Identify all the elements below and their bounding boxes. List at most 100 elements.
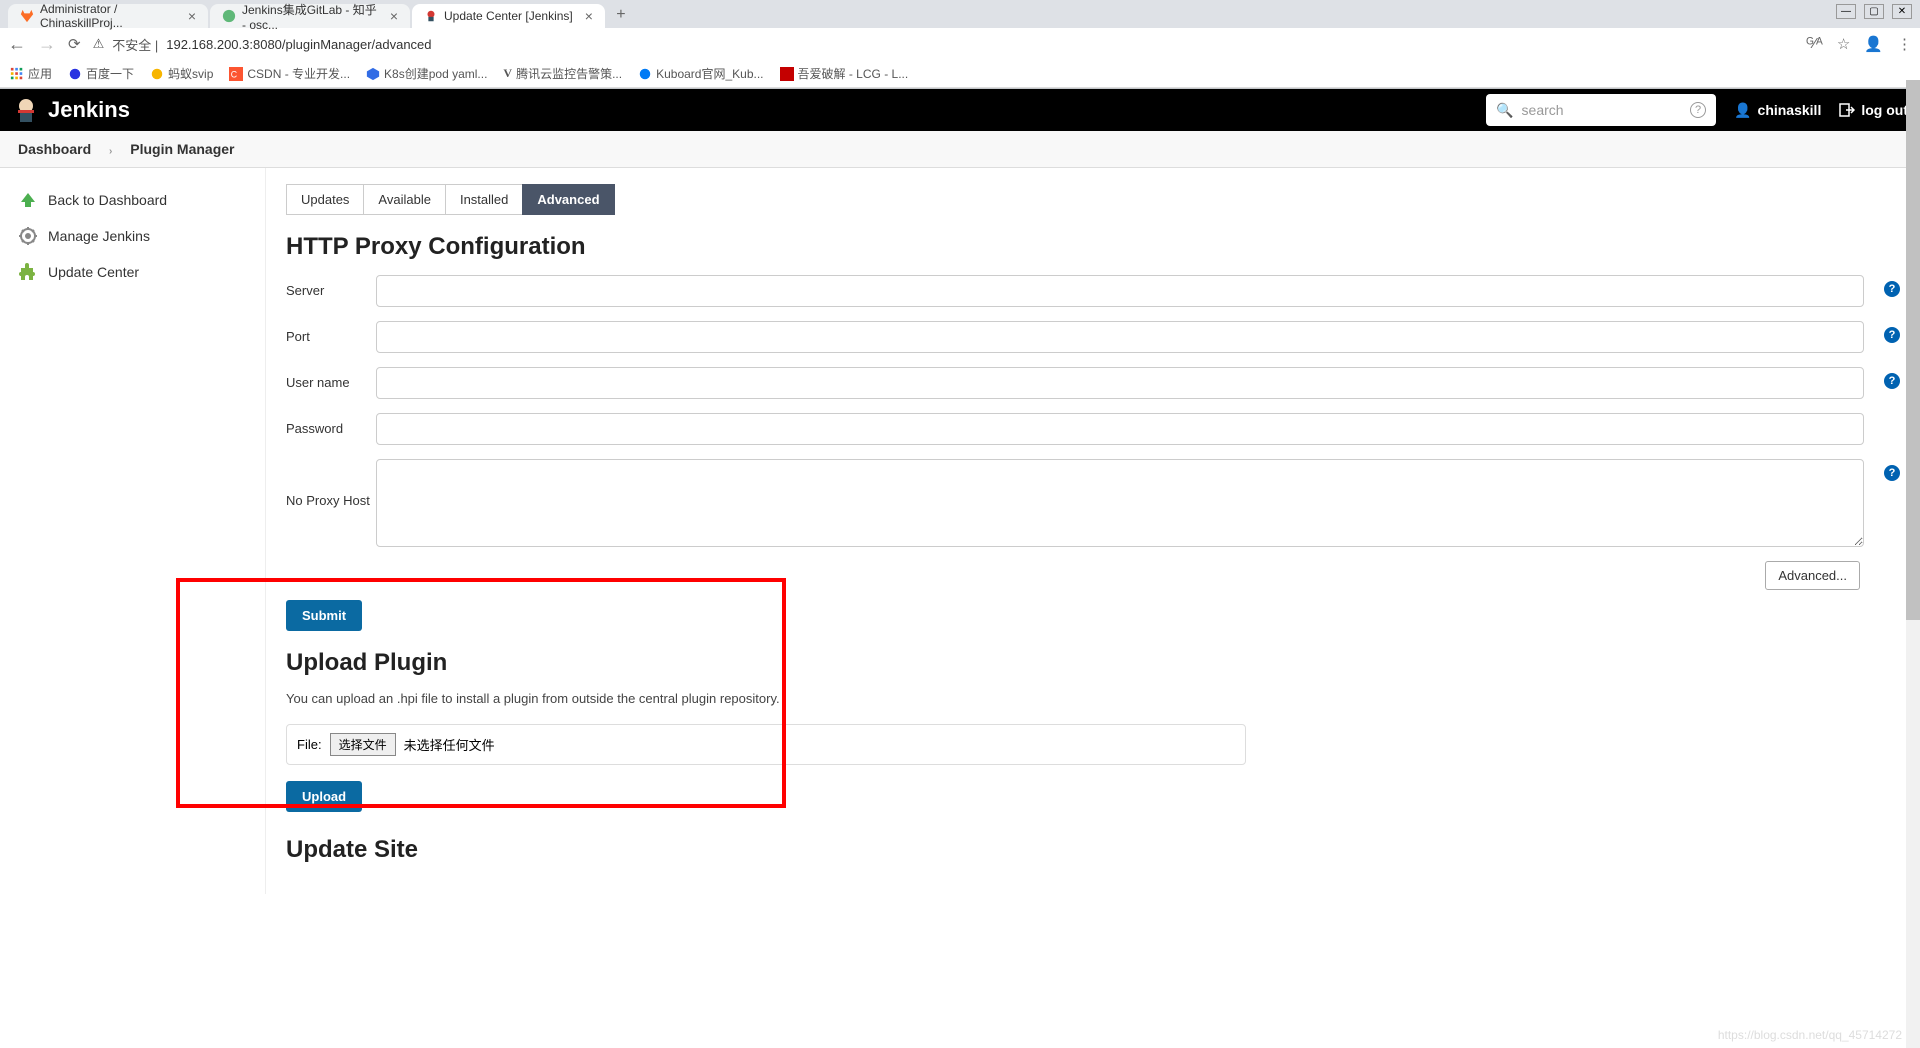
- bookmark-item[interactable]: Kuboard官网_Kub...: [638, 65, 763, 82]
- insecure-icon: ⚠: [93, 36, 105, 52]
- bookmark-item[interactable]: C CSDN - 专业开发...: [229, 65, 350, 82]
- sidebar-item-manage[interactable]: Manage Jenkins: [0, 218, 265, 254]
- bookmark-label: CSDN - 专业开发...: [247, 65, 350, 82]
- password-input[interactable]: [376, 413, 1864, 445]
- csdn-icon: C: [229, 67, 243, 81]
- close-icon[interactable]: ×: [188, 8, 196, 24]
- noproxy-textarea[interactable]: [376, 459, 1864, 547]
- submit-button[interactable]: Submit: [286, 600, 362, 631]
- username-label: User name: [286, 367, 376, 390]
- tab-title: Administrator / ChinaskillProj...: [40, 2, 176, 30]
- zhihu-icon: [222, 9, 236, 23]
- server-label: Server: [286, 275, 376, 298]
- breadcrumb-item[interactable]: Dashboard: [18, 141, 91, 157]
- upload-heading: Upload Plugin: [286, 649, 1900, 677]
- kuboard-icon: [638, 67, 652, 81]
- file-input-row: File: 选择文件 未选择任何文件: [286, 724, 1246, 765]
- help-icon[interactable]: ?: [1690, 102, 1706, 118]
- advanced-button[interactable]: Advanced...: [1765, 561, 1860, 590]
- main-content: Updates Available Installed Advanced HTT…: [266, 168, 1920, 894]
- back-button[interactable]: ←: [8, 34, 26, 55]
- star-icon[interactable]: ☆: [1837, 35, 1850, 53]
- tencent-icon: V: [503, 66, 512, 81]
- choose-file-button[interactable]: 选择文件: [330, 733, 396, 756]
- tab-available[interactable]: Available: [363, 184, 446, 215]
- help-icon[interactable]: ?: [1884, 281, 1900, 297]
- bookmark-item[interactable]: V 腾讯云监控告警策...: [503, 65, 622, 82]
- bookmark-label: 蚂蚁svip: [168, 65, 213, 82]
- sidebar-item-label: Update Center: [48, 264, 139, 280]
- tab-title: Update Center [Jenkins]: [444, 9, 573, 23]
- server-input[interactable]: [376, 275, 1864, 307]
- tab-advanced[interactable]: Advanced: [522, 184, 614, 215]
- sidebar-item-back[interactable]: Back to Dashboard: [0, 182, 265, 218]
- jenkins-header: Jenkins 🔍 search ? 👤 chinaskill log out: [0, 89, 1920, 131]
- browser-tab[interactable]: Administrator / ChinaskillProj... ×: [8, 4, 208, 28]
- search-placeholder: search: [1522, 102, 1683, 118]
- jenkins-logo[interactable]: Jenkins: [12, 96, 130, 124]
- close-icon[interactable]: ×: [390, 8, 398, 24]
- bookmark-label: 吾爱破解 - LCG - L...: [798, 65, 909, 82]
- brand-name: Jenkins: [48, 97, 130, 123]
- address-bar[interactable]: ⚠ 不安全 | 192.168.200.3:8080/pluginManager…: [93, 35, 1795, 54]
- bookmark-label: 应用: [28, 65, 52, 82]
- bookmark-item[interactable]: 蚂蚁svip: [150, 65, 213, 82]
- bookmark-item[interactable]: 吾爱破解 - LCG - L...: [780, 65, 909, 82]
- upload-description: You can upload an .hpi file to install a…: [286, 691, 1900, 706]
- breadcrumb-item[interactable]: Plugin Manager: [130, 141, 234, 157]
- bookmark-label: 腾讯云监控告警策...: [516, 65, 622, 82]
- browser-tab-active[interactable]: Update Center [Jenkins] ×: [412, 4, 605, 28]
- logout-label: log out: [1861, 102, 1908, 118]
- maximize-button[interactable]: ▢: [1864, 4, 1884, 19]
- help-icon[interactable]: ?: [1884, 373, 1900, 389]
- translate-icon[interactable]: ᴳ⁄ᴬ: [1806, 35, 1823, 53]
- logout-icon: [1839, 102, 1855, 118]
- tab-installed[interactable]: Installed: [445, 184, 523, 215]
- apps-icon: [10, 67, 24, 81]
- password-label: Password: [286, 413, 376, 436]
- sidebar-item-label: Back to Dashboard: [48, 192, 167, 208]
- sidebar-item-update[interactable]: Update Center: [0, 254, 265, 290]
- port-input[interactable]: [376, 321, 1864, 353]
- baidu-icon: [68, 67, 82, 81]
- file-label: File:: [297, 737, 322, 752]
- reload-button[interactable]: ⟳: [68, 35, 81, 53]
- arrow-up-icon: [18, 190, 38, 210]
- browser-tab[interactable]: Jenkins集成GitLab - 知乎 - osc... ×: [210, 4, 410, 28]
- url-text: 192.168.200.3:8080/pluginManager/advance…: [166, 37, 431, 52]
- scrollbar[interactable]: [1906, 80, 1920, 1048]
- apps-button[interactable]: 应用: [10, 65, 52, 82]
- help-icon[interactable]: ?: [1884, 465, 1900, 481]
- sidebar-item-label: Manage Jenkins: [48, 228, 150, 244]
- tab-updates[interactable]: Updates: [286, 184, 364, 215]
- upload-button[interactable]: Upload: [286, 781, 362, 812]
- sidebar: Back to Dashboard Manage Jenkins Update …: [0, 168, 266, 894]
- insecure-label: 不安全 |: [112, 35, 158, 54]
- profile-icon[interactable]: 👤: [1864, 35, 1883, 53]
- bookmark-item[interactable]: K8s创建pod yaml...: [366, 65, 487, 82]
- close-icon[interactable]: ×: [585, 8, 593, 24]
- pojie-icon: [780, 67, 794, 81]
- bookmark-label: K8s创建pod yaml...: [384, 65, 487, 82]
- minimize-button[interactable]: —: [1836, 4, 1856, 19]
- update-site-heading: Update Site: [286, 836, 1900, 864]
- chevron-right-icon: ›: [109, 146, 112, 157]
- bookmark-item[interactable]: 百度一下: [68, 65, 134, 82]
- menu-icon[interactable]: ⋮: [1897, 35, 1912, 53]
- username-input[interactable]: [376, 367, 1864, 399]
- search-input[interactable]: 🔍 search ?: [1486, 94, 1716, 126]
- noproxy-label: No Proxy Host: [286, 459, 376, 508]
- logout-link[interactable]: log out: [1839, 102, 1908, 118]
- no-file-text: 未选择任何文件: [404, 735, 495, 754]
- help-icon[interactable]: ?: [1884, 327, 1900, 343]
- user-icon: 👤: [1734, 102, 1751, 119]
- new-tab-button[interactable]: +: [607, 4, 635, 28]
- svg-text:C: C: [231, 69, 237, 79]
- close-button[interactable]: ✕: [1892, 4, 1912, 19]
- bookmarks-bar: 应用 百度一下 蚂蚁svip C CSDN - 专业开发... K8s创建pod …: [0, 60, 1920, 88]
- scrollbar-thumb[interactable]: [1906, 80, 1920, 620]
- proxy-heading: HTTP Proxy Configuration: [286, 233, 1900, 261]
- forward-button[interactable]: →: [38, 34, 56, 55]
- tab-title: Jenkins集成GitLab - 知乎 - osc...: [242, 1, 378, 32]
- user-link[interactable]: 👤 chinaskill: [1734, 102, 1821, 119]
